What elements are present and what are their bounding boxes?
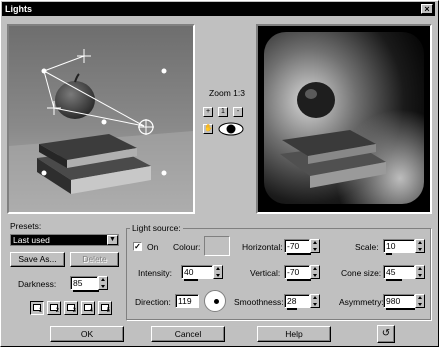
intensity-slider[interactable] [184,279,198,281]
save-as-button[interactable]: Save As... [10,252,65,267]
smoothness-field[interactable]: 28 [284,294,310,308]
zoom-out-button[interactable]: - [233,107,243,117]
asymmetry-label: Asymmetry: [339,297,384,307]
colour-swatch[interactable] [204,236,230,256]
ok-button[interactable]: OK [50,326,124,342]
preset-slot-3[interactable]: 3 [64,301,78,315]
result-image [258,26,430,212]
preset-slot-4[interactable]: 4 [81,301,95,315]
direction-dial[interactable] [204,290,226,312]
cone-size-label: Cone size: [341,268,382,278]
window-title: Lights [5,4,32,14]
darkness-spinner[interactable] [98,276,108,290]
presets-selected: Last used [13,235,50,245]
horizontal-field[interactable]: -70 [284,239,310,253]
darkness-slider[interactable] [73,290,99,292]
on-checkbox[interactable]: ✓ [133,242,142,251]
intensity-spinner[interactable] [213,265,223,279]
vertical-label: Vertical: [250,268,281,278]
delete-button[interactable]: Delete [70,252,119,267]
reset-icon[interactable]: ↺ [377,325,395,343]
asymmetry-spinner[interactable] [415,294,425,308]
zoom-label: Zoom 1:3 [209,88,245,98]
zoom-fit-button[interactable]: 1 [218,107,228,117]
smoothness-label: Smoothness: [234,297,284,307]
chevron-down-icon[interactable]: ▼ [107,235,118,245]
cone-size-field[interactable]: 45 [383,265,415,279]
darkness-label: Darkness: [18,279,57,289]
cancel-button[interactable]: Cancel [151,326,225,342]
vertical-slider[interactable] [287,279,311,281]
preview-toggle-eye-icon[interactable] [218,122,244,136]
intensity-label: Intensity: [138,268,173,278]
vertical-spinner[interactable] [310,265,320,279]
zoom-in-button[interactable]: + [203,107,213,117]
original-image [9,26,193,212]
scale-slider[interactable] [386,253,392,255]
original-preview[interactable] [7,24,195,214]
asymmetry-field[interactable]: 980 [383,294,415,308]
asymmetry-slider[interactable] [386,308,415,310]
cone-size-slider[interactable] [386,279,402,281]
title-bar: Lights × [2,2,435,16]
darkness-field[interactable]: 85 [70,276,98,290]
on-label: On [147,242,159,252]
pan-hand-icon[interactable]: ✋ [203,124,213,134]
help-button[interactable]: Help [257,326,331,342]
colour-label: Colour: [173,242,201,252]
preset-slot-5[interactable]: 5 [98,301,112,315]
intensity-field[interactable]: 40 [181,265,213,279]
direction-knob-icon [214,299,219,304]
direction-field[interactable]: 119 [175,294,199,308]
cone-size-spinner[interactable] [415,265,425,279]
presets-dropdown[interactable]: Last used ▼ [10,234,119,246]
horizontal-spinner[interactable] [310,239,320,253]
light-source-label: Light source: [130,223,183,233]
vertical-field[interactable]: -70 [284,265,310,279]
scale-spinner[interactable] [415,239,425,253]
direction-label: Direction: [135,297,171,307]
close-button[interactable]: × [421,4,433,14]
scale-field[interactable]: 10 [383,239,415,253]
scale-label: Scale: [355,242,379,252]
smoothness-slider[interactable] [287,308,297,310]
preset-slot-2[interactable]: 2 [47,301,61,315]
result-preview [256,24,432,214]
preset-slot-1[interactable]: 1 [30,301,44,315]
smoothness-spinner[interactable] [310,294,320,308]
horizontal-label: Horizontal: [242,242,283,252]
horizontal-slider[interactable] [287,253,311,255]
presets-label: Presets: [10,221,42,231]
